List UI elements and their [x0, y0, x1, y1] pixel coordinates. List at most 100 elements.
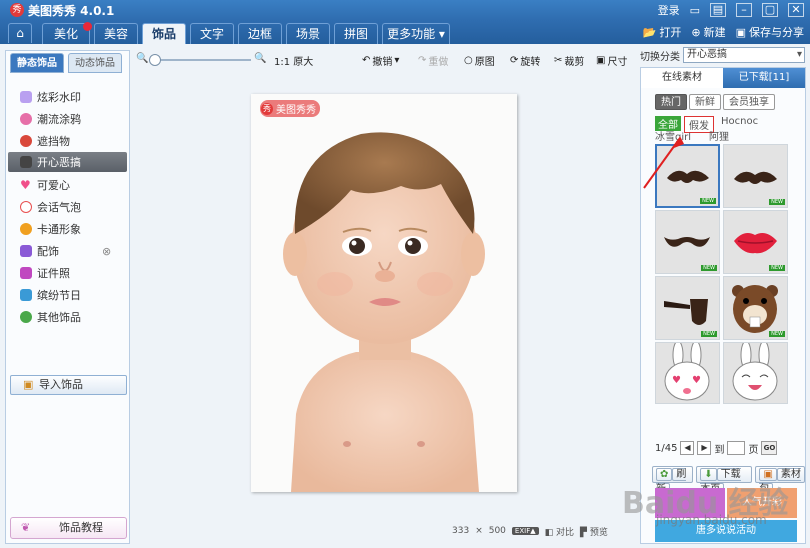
left-item-other[interactable]: 其他饰品 [20, 307, 81, 327]
open-button[interactable]: 📂 打开 [643, 24, 682, 40]
next-page-button[interactable]: ▶ [697, 441, 712, 455]
segment-hot[interactable]: 热门 [655, 94, 687, 110]
left-item-label: 潮流涂鸦 [37, 113, 81, 126]
tab-label: 美化 [53, 27, 78, 41]
beaver-icon [732, 285, 778, 333]
tab-text[interactable]: 文字 [190, 23, 234, 44]
tab-decoration[interactable]: 饰品 [142, 23, 186, 44]
filter-ali[interactable]: 阿狸 [709, 128, 729, 143]
app-title: 美图秀秀 4.0.1 [28, 3, 115, 18]
material-item-bunny-1[interactable]: ♥ ♥ [655, 340, 720, 404]
material-item-mustache-2[interactable]: NEW [723, 144, 788, 208]
left-item-accessories[interactable]: 配饰 ⊗ [20, 241, 111, 261]
rotate-icon: ⟳ [510, 55, 519, 66]
decoration-tutorial-button[interactable]: ❦ 饰品教程 [10, 517, 127, 539]
save-share-button[interactable]: ▣ 保存与分享 [736, 24, 804, 40]
material-item-pipe[interactable]: NEW [655, 276, 720, 340]
left-item-label: 证件照 [37, 267, 70, 280]
tab-downloaded[interactable]: 已下载[11] [723, 68, 805, 88]
minimize-icon[interactable]: – [736, 3, 752, 17]
zoom-original-button[interactable]: 1:1 原大 [274, 53, 313, 68]
page-input[interactable] [727, 441, 746, 455]
tab-beauty[interactable]: 美容 [94, 23, 138, 44]
left-item-graffiti[interactable]: 潮流涂鸦 [20, 109, 81, 129]
tab-static-decoration[interactable]: 静态饰品 [10, 53, 64, 73]
category-select[interactable]: 开心恶搞 [683, 47, 805, 63]
undo-label: 撤销 [372, 57, 393, 68]
segment-new[interactable]: 新鲜 [689, 94, 721, 110]
lips-icon [734, 233, 777, 254]
lips-icon [20, 113, 32, 125]
undo-icon: ↶ [362, 55, 371, 66]
exif-button[interactable]: EXIF▲ [511, 527, 539, 535]
notification-dot [83, 22, 92, 31]
new-badge: NEW [769, 265, 785, 271]
left-item-label: 遮挡物 [37, 135, 70, 148]
original-icon: ○ [464, 55, 473, 66]
left-item-funny[interactable]: 开心恶搞 [8, 152, 127, 172]
page-unit-label: 页 [748, 444, 759, 456]
chevron-down-icon[interactable]: ▾ [394, 55, 399, 66]
chat-icon[interactable]: ▭ [690, 4, 700, 17]
crop-button[interactable]: ✂ 裁剪 [554, 53, 584, 68]
mustache-icon [20, 156, 32, 168]
prev-page-button[interactable]: ◀ [680, 441, 695, 455]
compare-button[interactable]: ◧ 对比 [545, 525, 574, 538]
left-item-id-photo[interactable]: 证件照 [20, 263, 70, 283]
skin-icon[interactable]: ▤ [710, 3, 726, 17]
new-badge: NEW [701, 331, 717, 337]
zoom-slider-knob[interactable] [149, 54, 161, 66]
size-button[interactable]: ▣ 尺寸 [596, 53, 627, 68]
preview-button[interactable]: ▛ 预览 [580, 525, 608, 538]
left-item-festival[interactable]: 缤纷节日 [20, 285, 81, 305]
left-item-colorful-watermark[interactable]: 炫彩水印 [20, 87, 81, 107]
right-panel: 切换分类 开心恶搞 在线素材 已下载[11] 热门 新鲜 会员独享 全部 假发 … [640, 45, 806, 544]
tab-more[interactable]: 更多功能 ▾ [382, 23, 450, 44]
redo-button[interactable]: ↷ 重做 [418, 53, 448, 68]
zoom-in-icon[interactable]: 🔍 [254, 53, 266, 64]
tab-dynamic-decoration[interactable]: 动态饰品 [68, 53, 122, 73]
import-decoration-button[interactable]: ▣ 导入饰品 [10, 375, 127, 395]
photo-canvas[interactable]: 秀美图秀秀 [251, 94, 517, 492]
watermark-logo-icon: 秀 [261, 102, 273, 115]
material-item-lips[interactable]: NEW [723, 210, 788, 274]
watermark-text: 美图秀秀 [276, 105, 316, 116]
left-item-mask[interactable]: 遮挡物 [20, 131, 70, 151]
material-item-mustache-3[interactable]: NEW [655, 210, 720, 274]
material-item-bunny-2[interactable] [723, 340, 788, 404]
tab-beautify[interactable]: 美化 [42, 22, 92, 44]
login-link[interactable]: 登录 [658, 2, 680, 18]
left-item-cute-heart[interactable]: ♥ 可爱心 [20, 175, 70, 195]
material-item-beaver[interactable]: NEW [723, 276, 788, 340]
undo-button[interactable]: ↶ 撤销 ▾ [362, 53, 399, 68]
svg-text:♥: ♥ [672, 375, 681, 386]
main-tab-bar: ⌂ 美化 美容 饰品 文字 边框 场景 拼图 更多功能 ▾ 📂 打开 ⊕ 新建 ▣ 保… [0, 20, 810, 44]
segment-vip[interactable]: 会员独享 [723, 94, 775, 110]
go-button[interactable]: GO [761, 441, 778, 455]
filter-hocnoc[interactable]: Hocnoc [721, 116, 758, 127]
category-switch-row: 切换分类 开心恶搞 [640, 47, 805, 63]
folder-icon: 📂 [642, 25, 657, 39]
tab-border[interactable]: 边框 [238, 23, 282, 44]
app-logo-icon: 秀 [10, 3, 24, 17]
tab-online-material[interactable]: 在线素材 [641, 68, 723, 88]
tab-scene[interactable]: 场景 [286, 23, 330, 44]
new-button[interactable]: ⊕ 新建 [691, 24, 725, 40]
image-width: 333 [452, 526, 470, 536]
left-item-speech-bubble[interactable]: 会话气泡 [20, 197, 81, 217]
zoom-slider[interactable] [149, 54, 251, 66]
import-icon: ▣ [23, 378, 34, 391]
category-label: 切换分类 [640, 51, 680, 63]
zoom-out-icon[interactable]: 🔍 [136, 53, 148, 64]
rotate-button[interactable]: ⟳ 旋转 [510, 53, 540, 68]
close-icon[interactable]: ✕ [788, 3, 804, 17]
crop-label: 裁剪 [564, 57, 585, 68]
maximize-icon[interactable]: ▢ [762, 3, 778, 17]
tab-collage[interactable]: 拼图 [334, 23, 378, 44]
left-item-label: 其他饰品 [37, 311, 81, 324]
speech-bubble-icon [20, 201, 32, 213]
home-icon[interactable]: ⌂ [8, 23, 32, 43]
preview-label: 预览 [589, 527, 608, 538]
left-item-cartoon[interactable]: 卡通形象 [20, 219, 81, 239]
original-button[interactable]: ○ 原图 [464, 53, 495, 68]
